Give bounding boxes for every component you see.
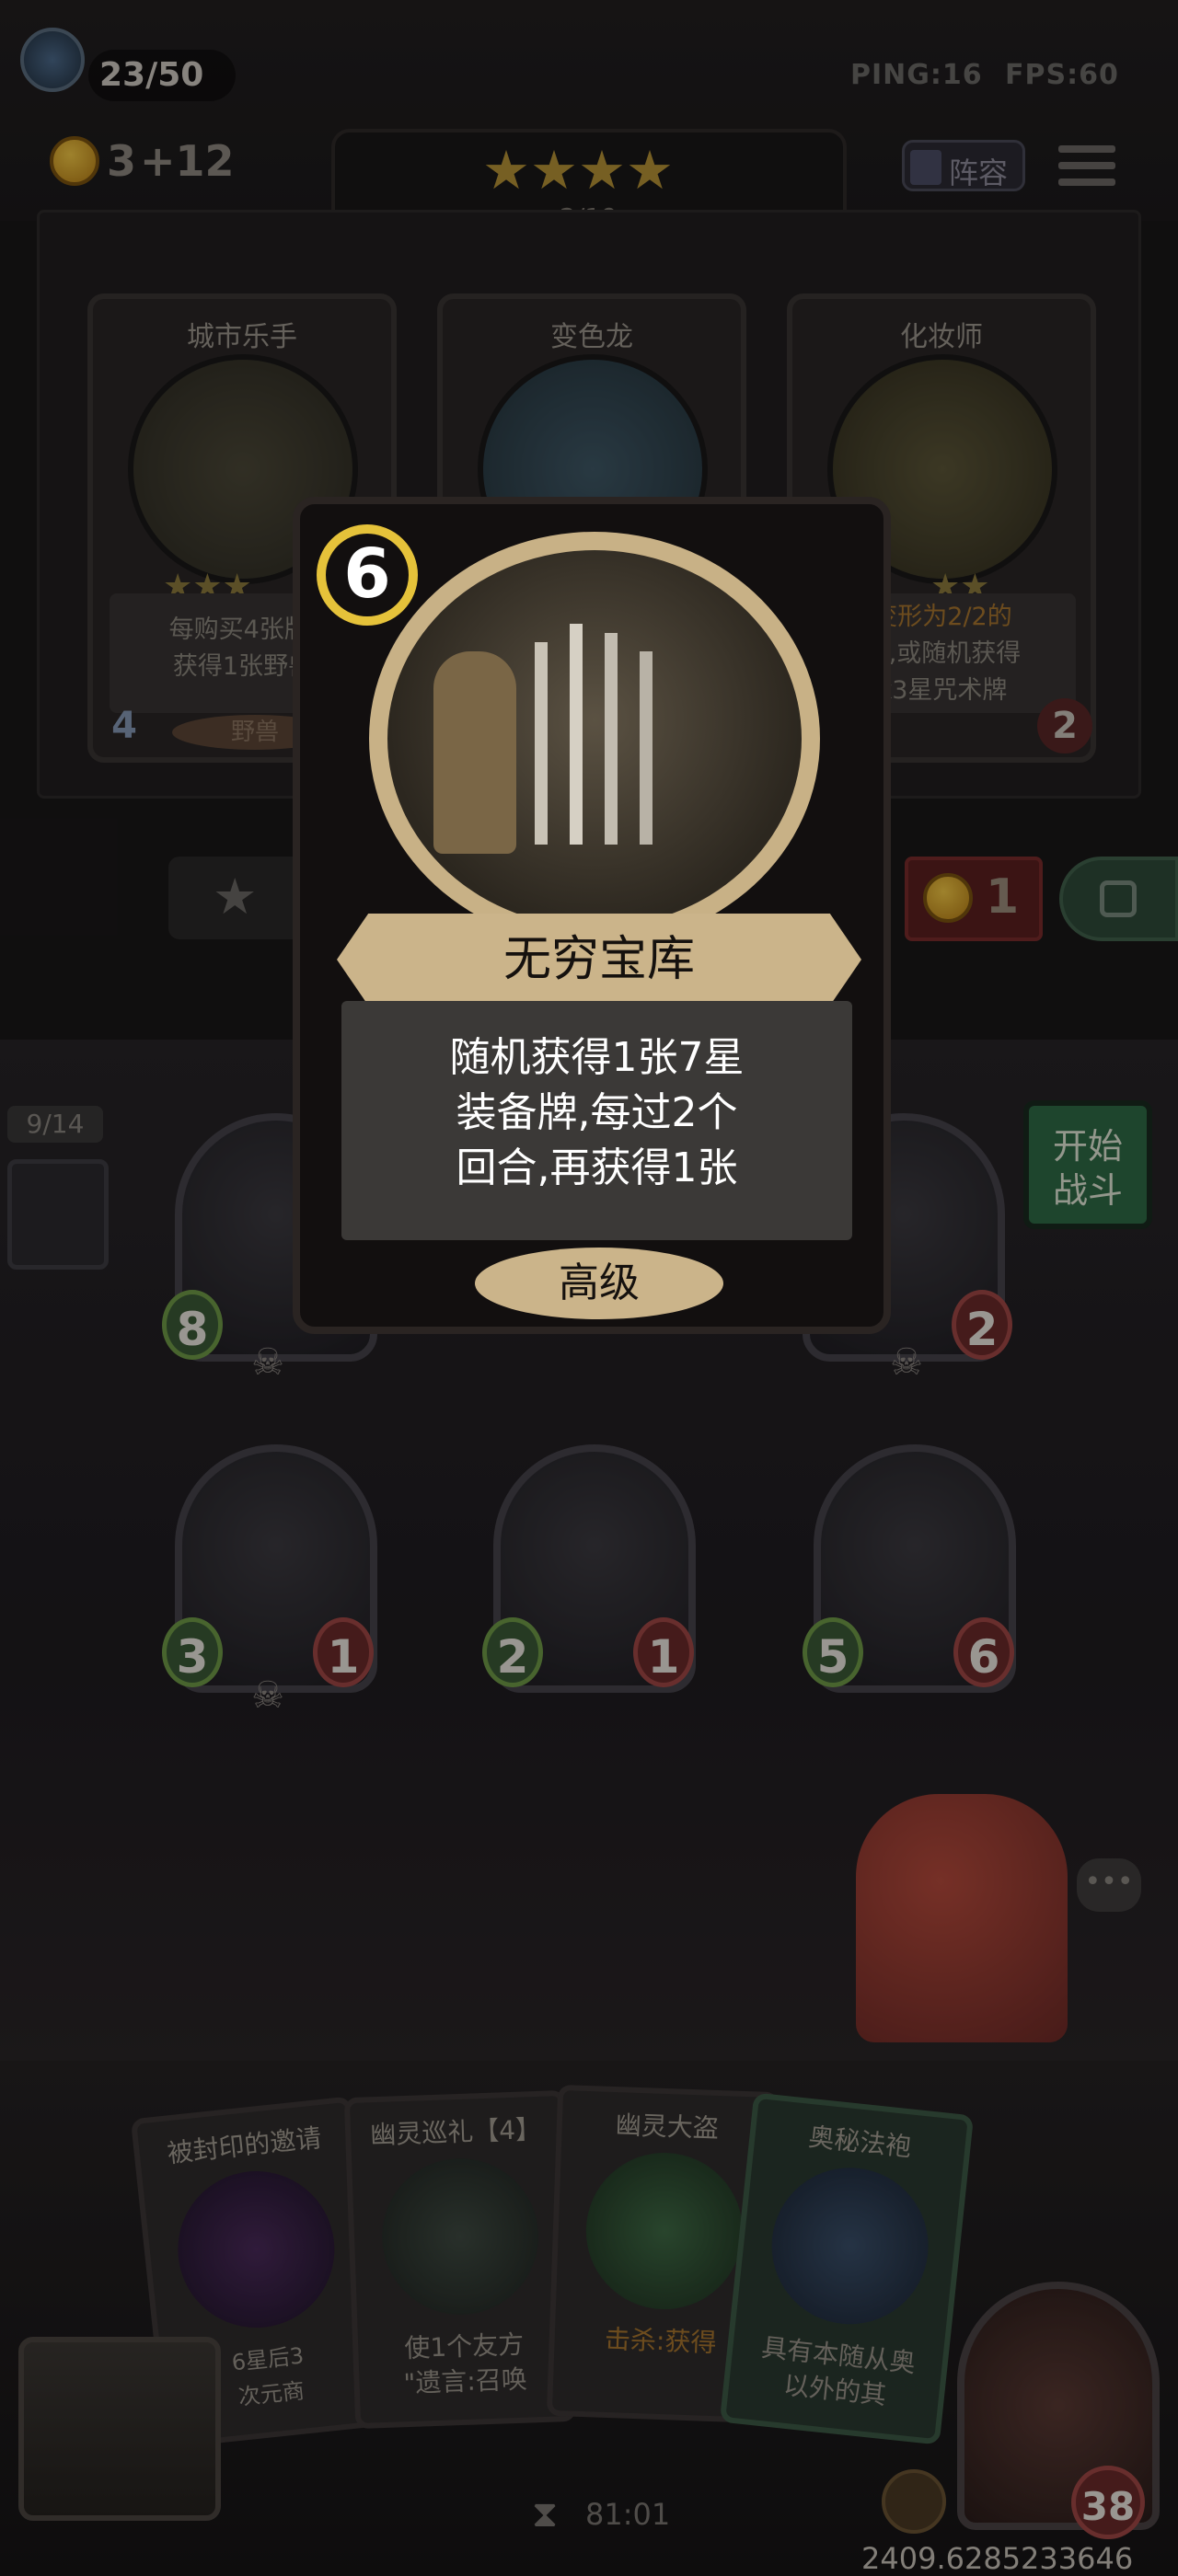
- card-description-line: 回合,再获得1张: [456, 1144, 738, 1191]
- card-title: 无穷宝库: [337, 914, 861, 1006]
- card-tier-badge: 高级: [475, 1248, 723, 1319]
- card-art-armory: [369, 532, 820, 946]
- card-description: 随机获得1张7星 装备牌,每过2个 回合,再获得1张: [341, 1001, 852, 1240]
- card-cost: 6: [317, 524, 418, 626]
- card-description-line: 装备牌,每过2个: [456, 1089, 738, 1136]
- card-detail-popup: 6 无穷宝库 随机获得1张7星 装备牌,每过2个 回合,再获得1张 高级: [293, 497, 891, 1334]
- card-description-line: 随机获得1张7星: [449, 1034, 745, 1081]
